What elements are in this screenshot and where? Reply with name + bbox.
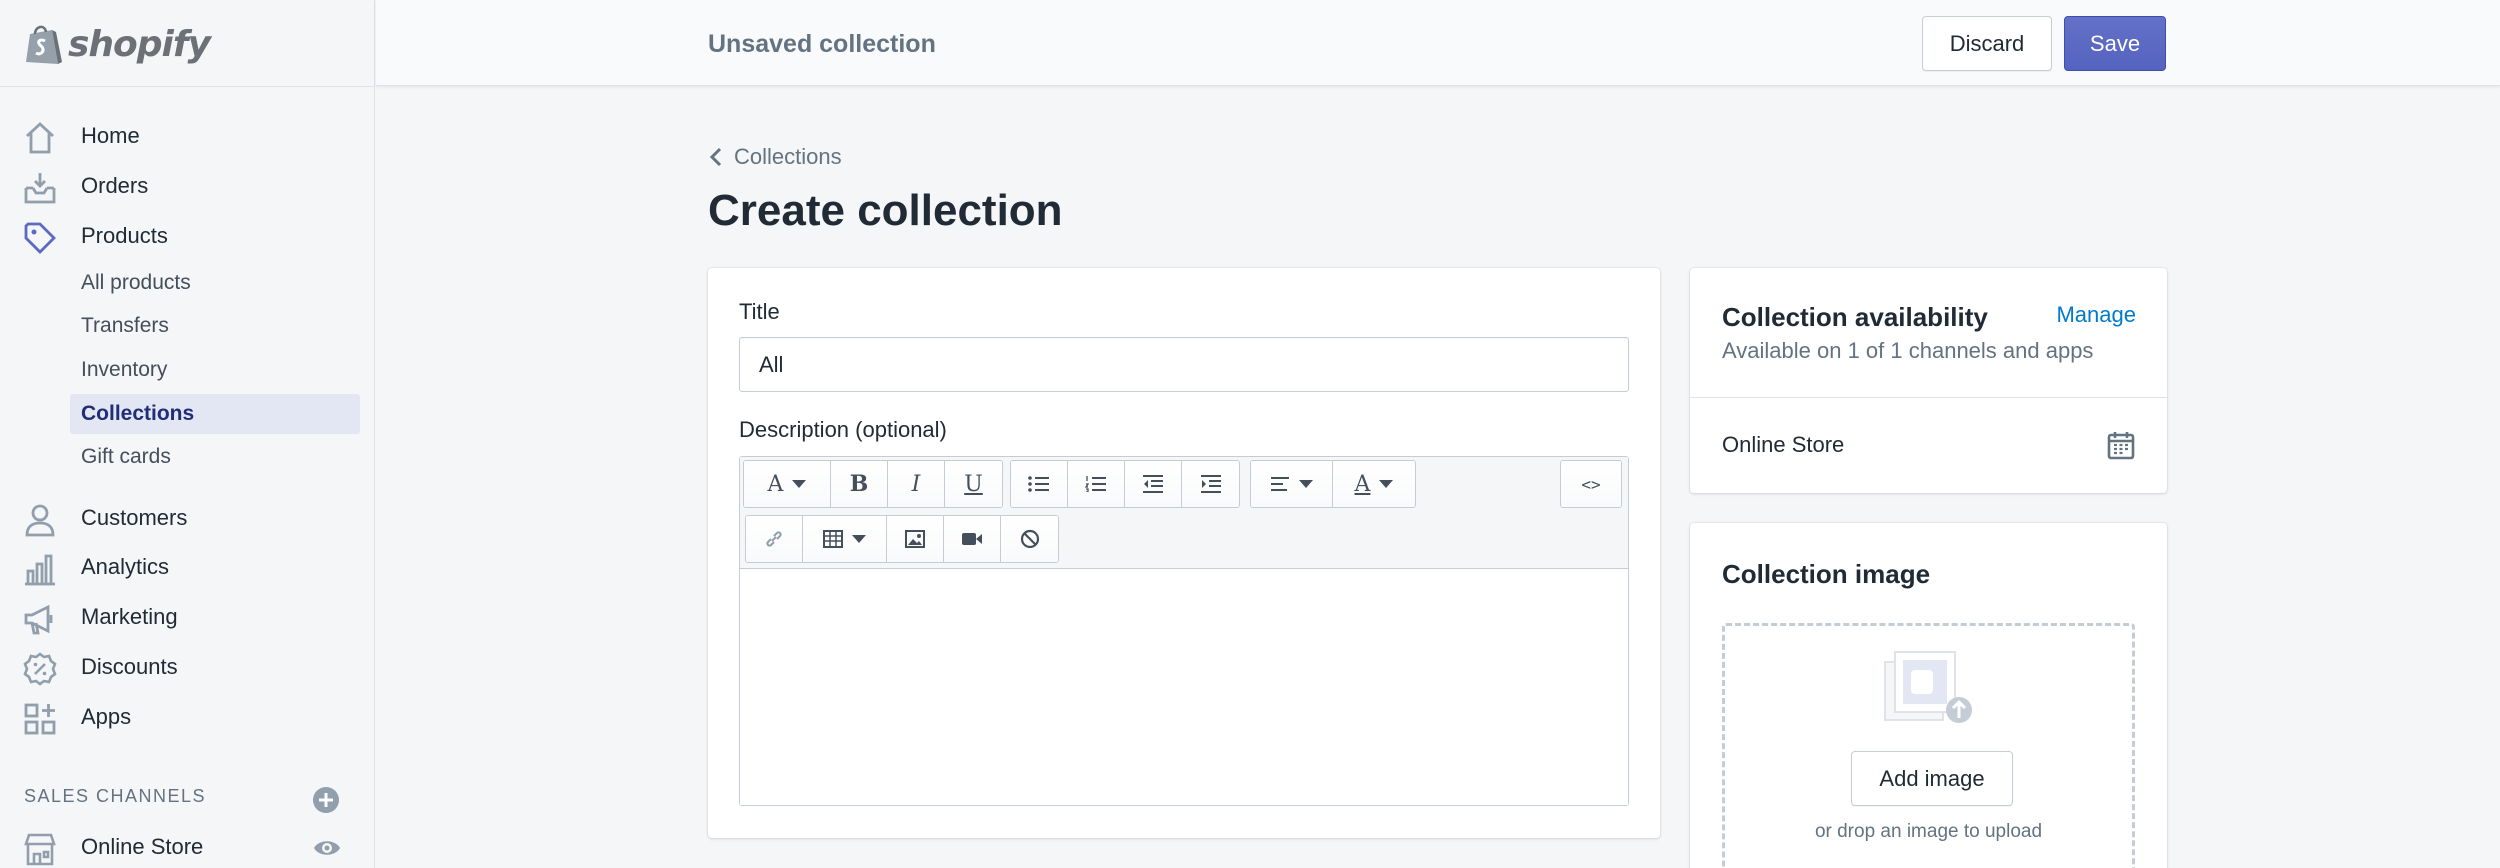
title-label: Title (739, 299, 780, 324)
nav-products[interactable]: Products (0, 213, 375, 259)
insert-group (745, 515, 1059, 563)
nav-marketing-label: Marketing (81, 604, 178, 629)
link-icon[interactable] (746, 516, 803, 562)
nav-all-products-label: All products (81, 271, 191, 294)
image-upload-icon (1884, 651, 1972, 723)
save-button[interactable]: Save (2064, 16, 2166, 71)
nav-home[interactable]: Home (0, 113, 375, 159)
image-dropzone[interactable]: Add image or drop an image to upload (1722, 623, 2135, 868)
home-icon (26, 122, 54, 154)
collection-availability-card: Collection availability Manage Available… (1690, 268, 2167, 493)
customer-icon (25, 504, 55, 537)
clear-formatting-icon[interactable] (1001, 516, 1058, 562)
collection-image-title: Collection image (1722, 559, 1931, 589)
bullet-list-icon[interactable] (1011, 461, 1068, 507)
nav-home-label: Home (81, 123, 140, 148)
caret-down-icon (852, 535, 866, 543)
orders-icon (24, 173, 56, 204)
page-title: Create collection (708, 186, 1063, 235)
breadcrumb[interactable]: Collections (708, 144, 842, 170)
nav-online-store-label: Online Store (81, 834, 204, 859)
nav-analytics-label: Analytics (81, 554, 170, 579)
nav-gift-cards[interactable]: Gift cards (70, 437, 360, 477)
font-style-button[interactable]: A (744, 461, 831, 507)
eye-icon[interactable] (312, 836, 342, 860)
nav-products-label: Products (81, 223, 168, 248)
availability-subtitle: Available on 1 of 1 channels and apps (1722, 338, 2094, 363)
unsaved-title: Unsaved collection (708, 30, 936, 58)
nav-discounts[interactable]: Discounts (0, 644, 375, 690)
collection-image-card: Collection image Add image or drop an im… (1690, 523, 2167, 868)
sales-channels-heading: SALES CHANNELS (24, 786, 207, 806)
nav-apps[interactable]: Apps (0, 694, 375, 740)
nav-inventory[interactable]: Inventory (70, 350, 360, 390)
availability-title: Collection availability (1722, 302, 1988, 332)
megaphone-icon (24, 604, 53, 635)
format-group: A B I U (743, 460, 1003, 508)
underline-button[interactable]: U (945, 461, 1002, 507)
analytics-icon (25, 554, 55, 586)
calendar-icon[interactable] (2107, 430, 2135, 460)
nav-transfers-label: Transfers (81, 314, 169, 337)
nav-collections-label: Collections (81, 402, 195, 425)
description-label: Description (optional) (739, 417, 947, 442)
align-group: A (1250, 460, 1416, 508)
drop-hint: or drop an image to upload (1814, 821, 2043, 842)
nav-collections[interactable]: Collections (70, 394, 360, 434)
nav-marketing[interactable]: Marketing (0, 594, 375, 640)
shopify-logo[interactable]: shopify (24, 22, 211, 66)
collection-details-card: Title All Description (optional) A B I U… (708, 268, 1660, 838)
caret-down-icon (1379, 480, 1394, 488)
image-icon[interactable] (887, 516, 944, 562)
caret-down-icon (1299, 480, 1313, 488)
divider (0, 86, 375, 87)
nav-apps-label: Apps (81, 704, 132, 729)
discard-button[interactable]: Discard (1922, 16, 2052, 71)
divider (1690, 397, 2167, 398)
video-icon[interactable] (944, 516, 1001, 562)
nav-gift-cards-label: Gift cards (81, 445, 171, 468)
editor-toolbar: A B I U A <> (740, 457, 1628, 569)
outdent-icon[interactable] (1125, 461, 1182, 507)
sidebar: shopify Home Orders Products All product… (0, 0, 375, 868)
caret-down-icon (792, 480, 807, 488)
description-editor: A B I U A <> (739, 456, 1629, 806)
nav-customers[interactable]: Customers (0, 495, 375, 541)
shopify-bag-icon (26, 25, 62, 64)
add-image-button[interactable]: Add image (1851, 751, 2013, 806)
breadcrumb-label: Collections (734, 144, 842, 169)
contextual-save-bar: Unsaved collection Discard Save (376, 0, 2500, 86)
nav-transfers[interactable]: Transfers (70, 306, 360, 346)
italic-button[interactable]: I (888, 461, 945, 507)
nav-customers-label: Customers (81, 505, 188, 530)
nav-all-products[interactable]: All products (70, 263, 360, 303)
table-button[interactable] (803, 516, 887, 562)
chevron-left-icon (709, 147, 722, 167)
title-input[interactable]: All (739, 337, 1629, 392)
align-button[interactable] (1251, 461, 1333, 507)
nav-discounts-label: Discounts (81, 654, 178, 679)
nav-orders-label: Orders (81, 173, 149, 198)
brand-name: shopify (68, 23, 211, 65)
list-group (1010, 460, 1240, 508)
channel-online-store: Online Store (1722, 432, 1845, 457)
bold-button[interactable]: B (831, 461, 888, 507)
description-textarea[interactable] (740, 569, 1628, 805)
tag-icon (24, 222, 56, 254)
indent-icon[interactable] (1182, 461, 1239, 507)
manage-link[interactable]: Manage (2056, 302, 2136, 328)
add-channel-icon[interactable] (312, 786, 340, 814)
store-icon (24, 833, 56, 866)
code-group: <> (1560, 460, 1622, 508)
html-code-button[interactable]: <> (1561, 461, 1621, 507)
nav-orders[interactable]: Orders (0, 163, 375, 209)
numbered-list-icon[interactable] (1068, 461, 1125, 507)
apps-icon (24, 703, 56, 735)
nav-inventory-label: Inventory (81, 358, 168, 381)
discount-icon (23, 652, 57, 686)
text-color-button[interactable]: A (1333, 461, 1415, 507)
nav-analytics[interactable]: Analytics (0, 544, 375, 590)
